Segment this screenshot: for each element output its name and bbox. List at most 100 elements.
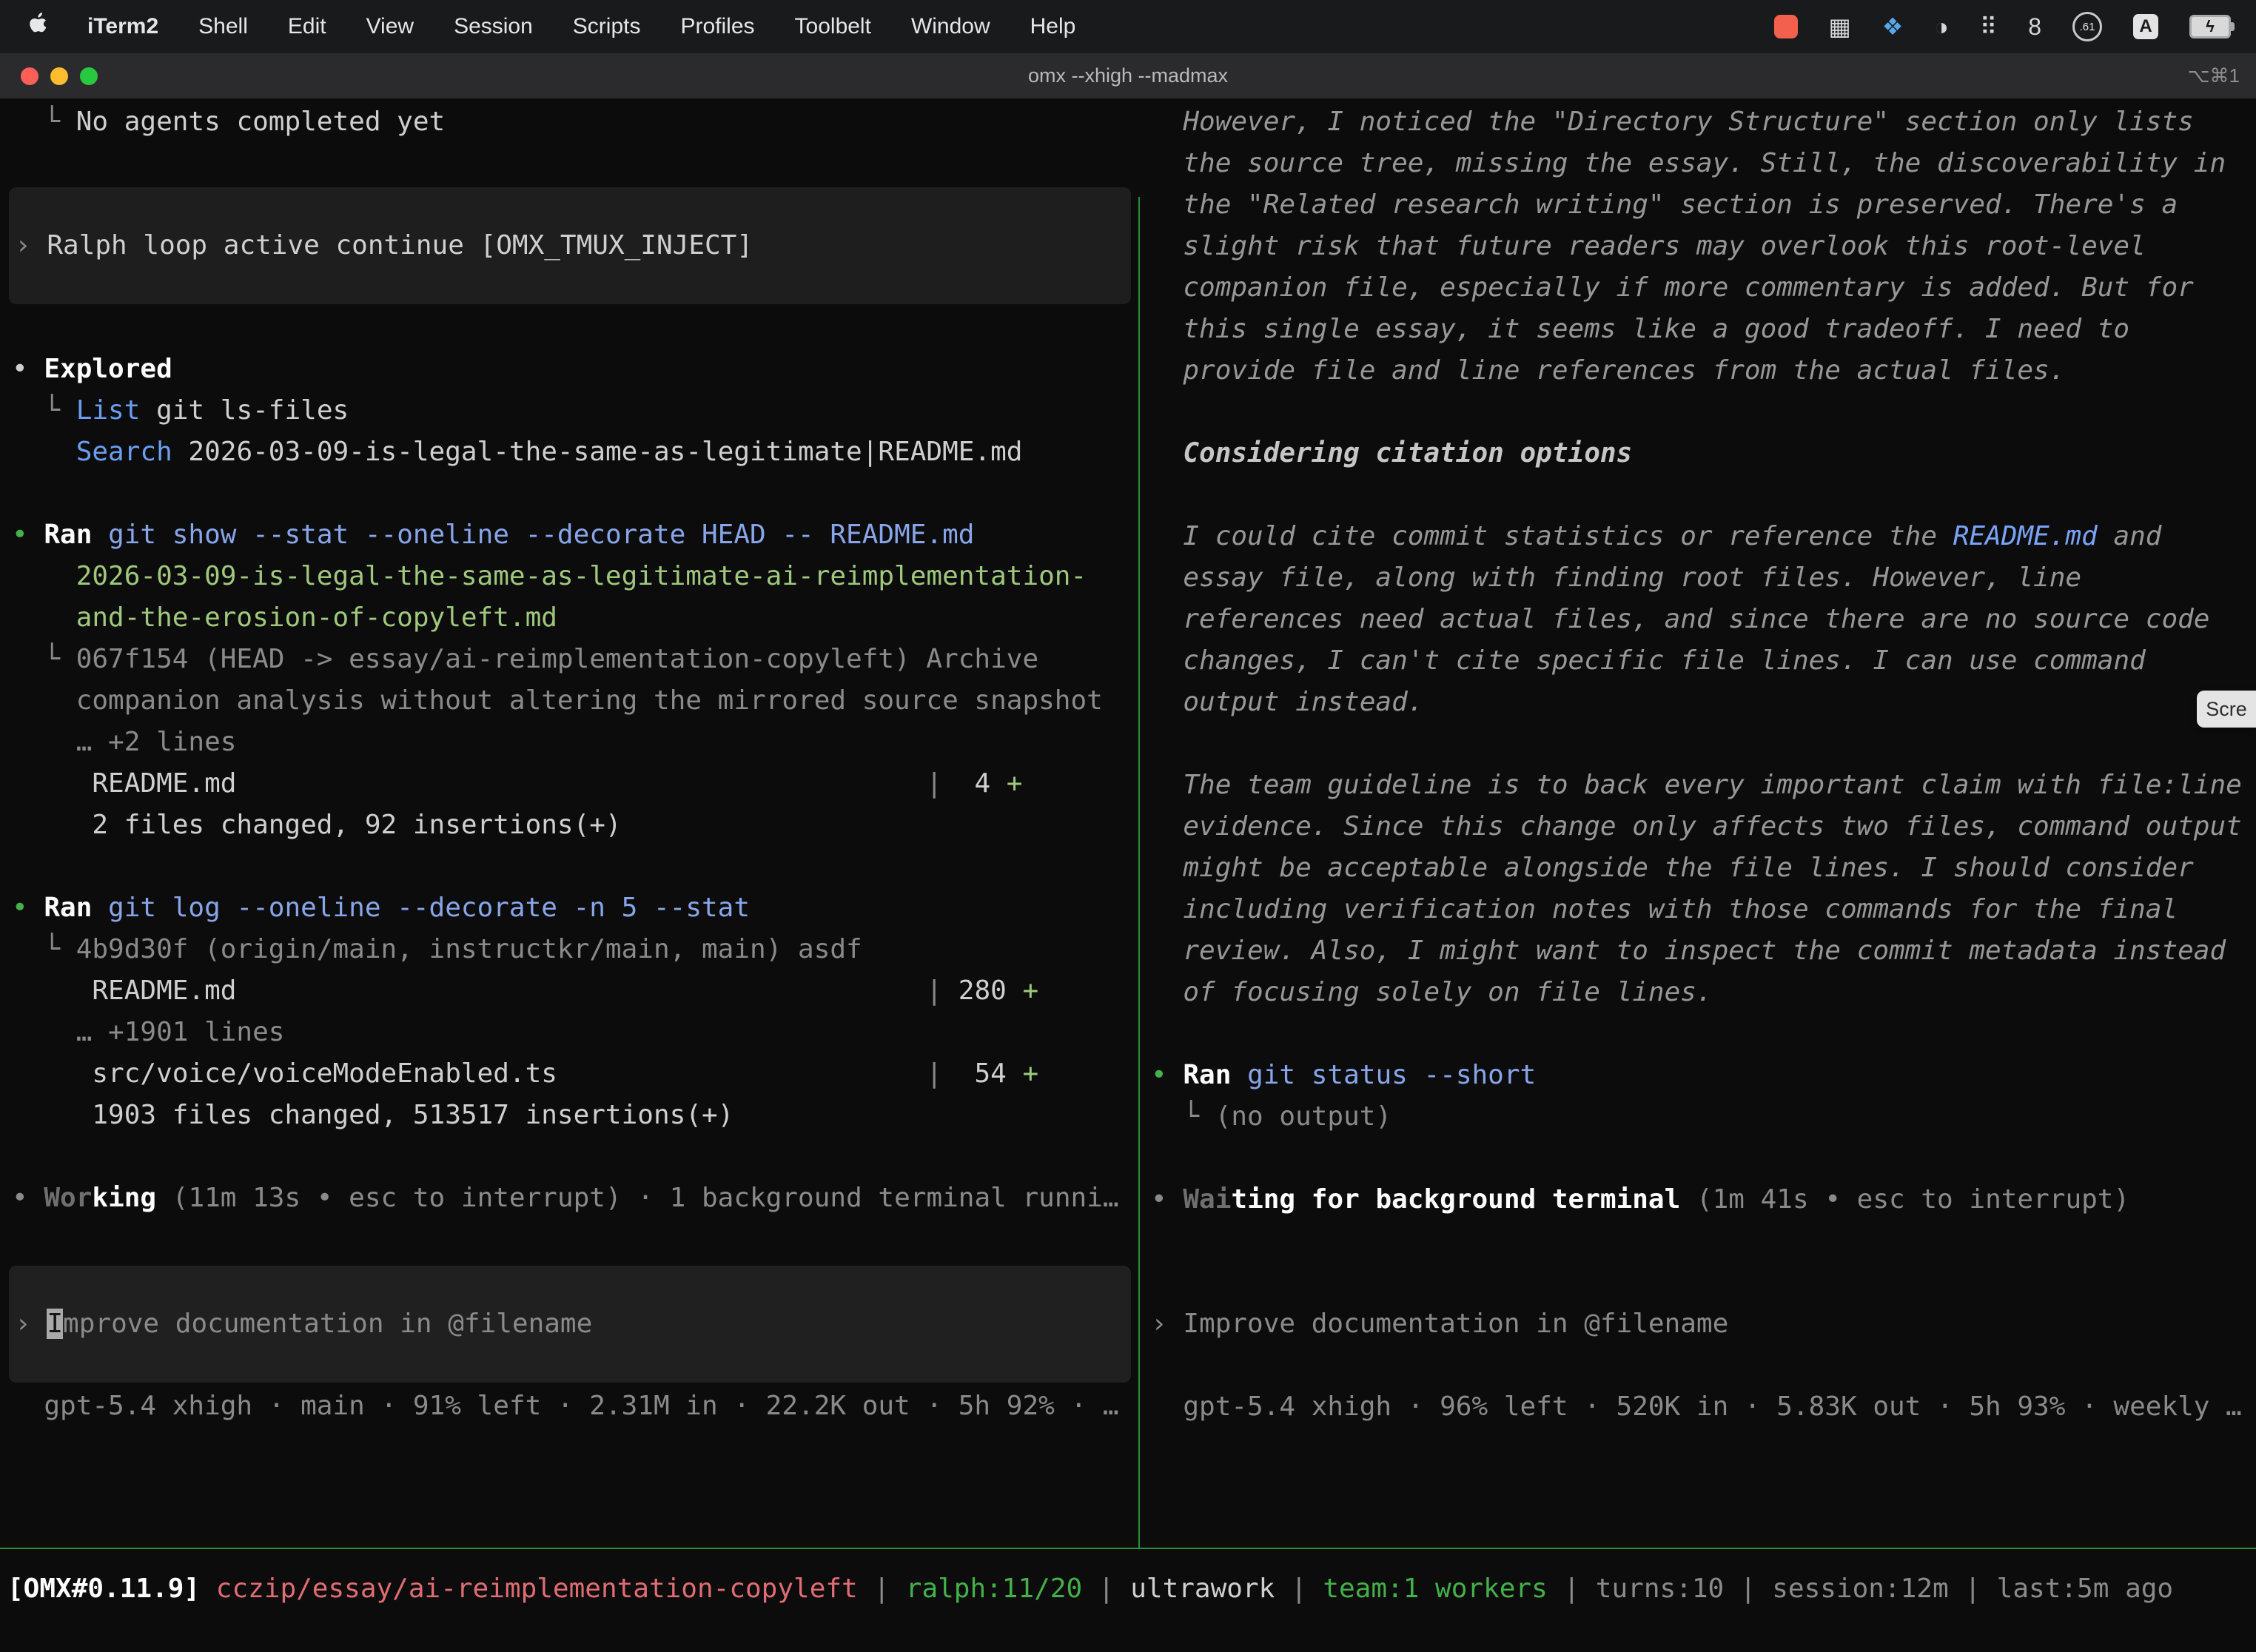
terminal-line: … +1901 lines <box>12 1012 1138 1053</box>
terminal-line: … +2 lines <box>12 722 1138 763</box>
blue-app-icon[interactable]: ❖ <box>1882 15 1904 38</box>
horizontal-divider <box>0 1548 2256 1549</box>
terminal-line: • Ran git show --stat --oneline --decora… <box>12 514 1138 556</box>
terminal-line: gpt-5.4 xhigh · main · 91% left · 2.31M … <box>12 1386 1138 1427</box>
terminal-line <box>12 846 1138 887</box>
right-transcript: However, I noticed the "Directory Struct… <box>1151 101 2256 1220</box>
zoom-button[interactable] <box>80 67 98 85</box>
terminal-line: I could cite commit statistics or refere… <box>1151 516 2256 557</box>
terminal-line <box>1151 1013 2256 1055</box>
menu-item-iterm2[interactable]: iTerm2 <box>87 14 158 39</box>
terminal-line: of focusing solely on file lines. <box>1151 972 2256 1013</box>
screen-recording-indicator-icon[interactable] <box>1774 15 1798 38</box>
menu-item-view[interactable]: View <box>366 14 414 39</box>
window-title-bar[interactable]: omx --xhigh --madmax ⌥⌘1 <box>0 53 2256 100</box>
left-session-status: gpt-5.4 xhigh · main · 91% left · 2.31M … <box>12 1386 1138 1427</box>
terminal-line: output instead. <box>1151 682 2256 723</box>
terminal-line: 2 files changed, 92 insertions(+) <box>12 805 1138 846</box>
ralph-inject-line: › Ralph loop active continue [OMX_TMUX_I… <box>15 225 753 266</box>
terminal-line: changes, I can't cite specific file line… <box>1151 640 2256 682</box>
close-button[interactable] <box>21 67 38 85</box>
pane-divider[interactable] <box>1138 197 1140 1548</box>
terminal-line: Considering citation options <box>1151 433 2256 474</box>
terminal-line <box>1151 723 2256 765</box>
menu-bar-left: iTerm2 Shell Edit View Session Scripts P… <box>0 13 1075 41</box>
terminal-line: • Ran git status --short <box>1151 1055 2256 1096</box>
terminal-line: • Working (11m 13s • esc to interrupt) ·… <box>12 1178 1138 1219</box>
menu-item-toolbelt[interactable]: Toolbelt <box>795 14 871 39</box>
terminal-line: • Waiting for background terminal (1m 41… <box>1151 1179 2256 1220</box>
terminal-line: src/voice/voiceModeEnabled.ts | 54 + <box>12 1053 1138 1095</box>
agents-status: └ No agents completed yet <box>12 101 1138 143</box>
terminal-line: › Ralph loop active continue [OMX_TMUX_I… <box>15 225 753 266</box>
left-prompt-text: › Improve documentation in @filename <box>15 1303 592 1345</box>
right-pane: However, I noticed the "Directory Struct… <box>1140 98 2256 1449</box>
menu-item-help[interactable]: Help <box>1030 14 1076 39</box>
terminal-line: README.md | 4 + <box>12 763 1138 805</box>
grid-icon[interactable]: ▦ <box>1829 15 1851 38</box>
terminal-line: └ No agents completed yet <box>12 101 1138 143</box>
terminal-line <box>1151 392 2256 433</box>
terminal-line: including verification notes with those … <box>1151 889 2256 930</box>
terminal-line: └ 067f154 (HEAD -> essay/ai-reimplementa… <box>12 639 1138 680</box>
menu-item-scripts[interactable]: Scripts <box>573 14 641 39</box>
terminal-line: However, I noticed the "Directory Struct… <box>1151 101 2256 143</box>
left-pane: └ No agents completed yet › Ralph loop a… <box>0 98 1138 1449</box>
terminal-line: └ List git ls-files <box>12 390 1138 432</box>
terminal-line <box>12 473 1138 514</box>
traffic-lights <box>21 53 98 98</box>
terminal-line: Search 2026-03-09-is-legal-the-same-as-l… <box>12 432 1138 473</box>
terminal-line: the "Related research writing" section i… <box>1151 184 2256 226</box>
terminal-line <box>12 1136 1138 1178</box>
menu-item-edit[interactable]: Edit <box>288 14 326 39</box>
screen-share-tab[interactable]: Scre <box>2197 691 2256 728</box>
gauge-icon[interactable]: .61 <box>2072 12 2102 41</box>
terminal-line: › Improve documentation in @filename <box>1151 1303 2256 1345</box>
terminal-line: └ 4b9d30f (origin/main, instructkr/main,… <box>12 929 1138 970</box>
right-session-status: gpt-5.4 xhigh · 96% left · 520K in · 5.8… <box>1151 1386 2256 1428</box>
terminal-line: evidence. Since this change only affects… <box>1151 806 2256 847</box>
apple-menu-icon[interactable] <box>28 13 47 41</box>
battery-charging-icon[interactable]: ϟ <box>2189 15 2231 38</box>
terminal-line: essay file, along with finding root file… <box>1151 557 2256 599</box>
terminal-line: companion analysis without altering the … <box>12 680 1138 722</box>
terminal-line: slight risk that future readers may over… <box>1151 226 2256 267</box>
window-shortcut-badge: ⌥⌘1 <box>2188 64 2240 87</box>
terminal-line: review. Also, I might want to inspect th… <box>1151 930 2256 972</box>
terminal-line: └ (no output) <box>1151 1096 2256 1138</box>
terminal: └ No agents completed yet › Ralph loop a… <box>0 98 2256 1652</box>
terminal-line: provide file and line references from th… <box>1151 350 2256 392</box>
keyboard-input-icon[interactable]: A <box>2133 14 2158 39</box>
menu-bar-status-icons: ▦ ❖ ◑ ⠿ 8 .61 A ϟ <box>1774 12 2256 41</box>
right-prompt-input[interactable]: › Improve documentation in @filename <box>1151 1303 2256 1345</box>
terminal-line: companion file, especially if more comme… <box>1151 267 2256 309</box>
terminal-line: might be acceptable alongside the file l… <box>1151 847 2256 889</box>
terminal-line: references need actual files, and since … <box>1151 599 2256 640</box>
terminal-line: • Ran git log --oneline --decorate -n 5 … <box>12 887 1138 929</box>
terminal-line: 2026-03-09-is-legal-the-same-as-legitima… <box>12 556 1138 597</box>
terminal-line: gpt-5.4 xhigh · 96% left · 520K in · 5.8… <box>1151 1386 2256 1428</box>
bolt-icon: ϟ <box>2206 17 2215 36</box>
terminal-line: README.md | 280 + <box>12 970 1138 1012</box>
terminal-line <box>1151 474 2256 516</box>
terminal-line: › Improve documentation in @filename <box>15 1303 592 1345</box>
menu-item-session[interactable]: Session <box>454 14 533 39</box>
dots-grid-icon[interactable]: ⠿ <box>1980 15 1997 38</box>
menu-item-shell[interactable]: Shell <box>198 14 248 39</box>
terminal-line: [OMX#0.11.9] cczip/essay/ai-reimplementa… <box>7 1568 2250 1610</box>
terminal-line: the source tree, missing the essay. Stil… <box>1151 143 2256 184</box>
ralph-inject-box: › Ralph loop active continue [OMX_TMUX_I… <box>9 187 1131 304</box>
menu-item-profiles[interactable]: Profiles <box>680 14 754 39</box>
terminal-line: The team guideline is to back every impo… <box>1151 765 2256 806</box>
left-prompt-input[interactable]: › Improve documentation in @filename <box>9 1266 1131 1383</box>
menu-item-window[interactable]: Window <box>911 14 990 39</box>
terminal-line: and-the-erosion-of-copyleft.md <box>12 597 1138 639</box>
number-eight-icon[interactable]: 8 <box>2028 15 2041 38</box>
terminal-line: this single essay, it seems like a good … <box>1151 309 2256 350</box>
left-transcript: • Explored └ List git ls-files Search 20… <box>12 349 1138 1219</box>
half-circle-icon[interactable]: ◑ <box>1934 15 1948 38</box>
omx-status-bar: [OMX#0.11.9] cczip/essay/ai-reimplementa… <box>7 1568 2250 1610</box>
window-title: omx --xhigh --madmax <box>1028 64 1228 87</box>
minimize-button[interactable] <box>50 67 68 85</box>
desktop: iTerm2 Shell Edit View Session Scripts P… <box>0 0 2256 1652</box>
